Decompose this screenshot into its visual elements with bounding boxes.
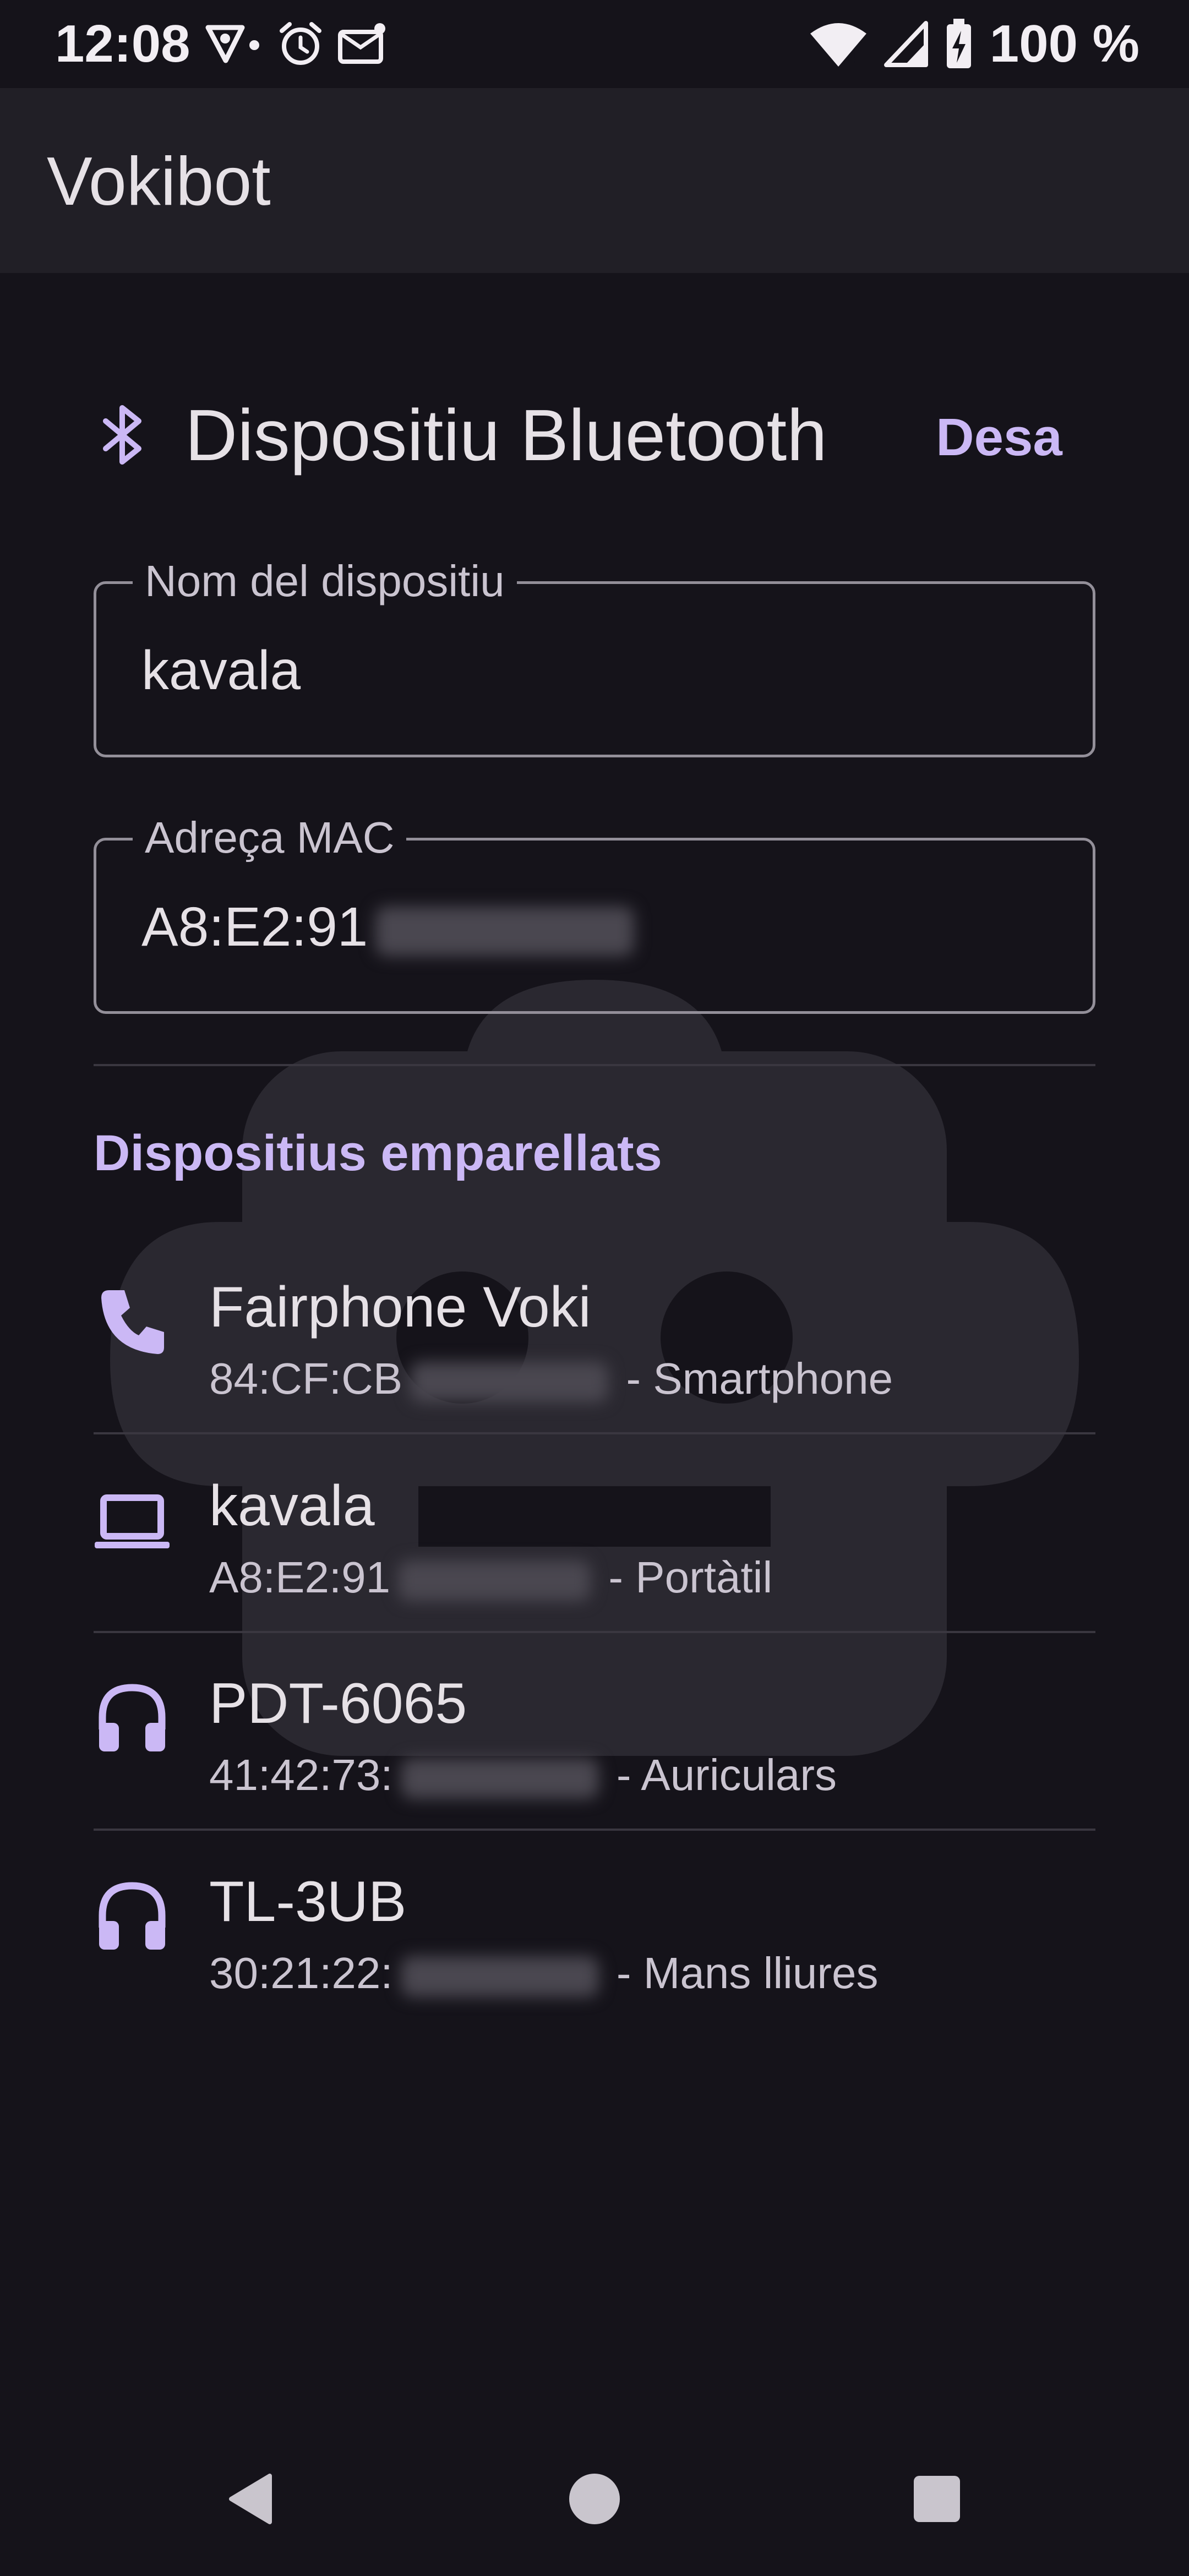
status-time: 12:08 — [55, 14, 190, 73]
headphones-icon — [99, 1684, 166, 1751]
phone-icon — [101, 1290, 164, 1354]
device-name-label: Nom del dispositiu — [133, 551, 517, 612]
battery-charging-icon — [946, 19, 971, 68]
divider — [94, 1432, 1095, 1434]
device-type: - Auriculars — [616, 1750, 837, 1799]
redacted-mac-block — [410, 1361, 609, 1402]
device-type: - Portàtil — [608, 1553, 773, 1602]
recents-icon[interactable] — [898, 2460, 975, 2537]
paired-device-item[interactable]: Fairphone Voki 84:CF:CB - Smartphone — [94, 1260, 1095, 1459]
paired-device-item[interactable]: kavala A8:E2:91 - Portàtil — [94, 1459, 1095, 1657]
device-type: - Smartphone — [626, 1354, 893, 1403]
mac-address-value-row: A8:E2:91 — [141, 891, 635, 963]
device-mac-prefix: 41:42:73: — [209, 1750, 393, 1799]
device-name-field[interactable]: Nom del dispositiu kavala — [94, 551, 1095, 757]
device-name: kavala — [209, 1474, 375, 1538]
navigation-bar — [0, 2422, 1189, 2576]
device-mac-prefix: 30:21:22: — [209, 1949, 393, 1998]
device-name-value[interactable]: kavala — [141, 635, 301, 706]
device-name: TL-3UB — [209, 1870, 407, 1934]
device-mac-prefix: 84:CF:CB — [209, 1354, 403, 1403]
mail-icon — [338, 23, 385, 64]
vpn-key-icon — [205, 25, 259, 63]
device-name: PDT-6065 — [209, 1672, 467, 1735]
status-icons-right: 4 100 % — [808, 11, 1139, 77]
wifi-badge: 4 — [848, 46, 861, 68]
device-details: A8:E2:91 - Portàtil — [209, 1547, 772, 1608]
device-mac-prefix: A8:E2:91 — [209, 1553, 391, 1602]
back-icon[interactable] — [215, 2460, 292, 2537]
redacted-mac-block — [375, 906, 635, 956]
laptop-icon — [95, 1494, 170, 1548]
paired-device-item[interactable]: TL-3UB 30:21:22: - Mans lliures — [94, 1855, 1095, 2053]
paired-devices-header: Dispositius emparellats — [94, 1125, 662, 1181]
device-details: 84:CF:CB - Smartphone — [209, 1349, 893, 1409]
device-name: Fairphone Voki — [209, 1275, 591, 1339]
device-type: - Mans lliures — [616, 1949, 879, 1998]
divider — [94, 1829, 1095, 1831]
alarm-icon — [280, 22, 321, 65]
status-bar: 12:08 4 100 % — [0, 0, 1189, 88]
mac-address-value[interactable]: A8:E2:91 — [141, 896, 368, 958]
divider — [94, 1064, 1095, 1066]
divider — [94, 1631, 1095, 1633]
headphones-icon — [99, 1882, 166, 1950]
device-details: 41:42:73: - Auriculars — [209, 1745, 837, 1805]
status-icons-left — [204, 15, 388, 73]
app-bar: Vokibot — [0, 88, 1189, 273]
redacted-mac-block — [398, 1560, 591, 1601]
signal-icon — [883, 21, 928, 67]
save-button[interactable]: Desa — [925, 396, 1073, 479]
home-icon[interactable] — [556, 2460, 633, 2537]
section-title: Dispositiu Bluetooth — [185, 395, 827, 476]
bluetooth-icon — [103, 405, 141, 465]
redacted-mac-block — [400, 1758, 599, 1799]
wifi-icon: 4 — [810, 23, 866, 68]
paired-device-item[interactable]: PDT-6065 41:42:73: - Auriculars — [94, 1657, 1095, 1855]
app-title: Vokibot — [47, 144, 271, 220]
mac-address-field[interactable]: Adreça MAC A8:E2:91 — [94, 807, 1095, 1014]
redacted-mac-block — [400, 1956, 599, 1997]
device-details: 30:21:22: - Mans lliures — [209, 1943, 879, 2004]
mac-address-label: Adreça MAC — [133, 807, 407, 868]
battery-percentage: 100 % — [989, 14, 1139, 73]
